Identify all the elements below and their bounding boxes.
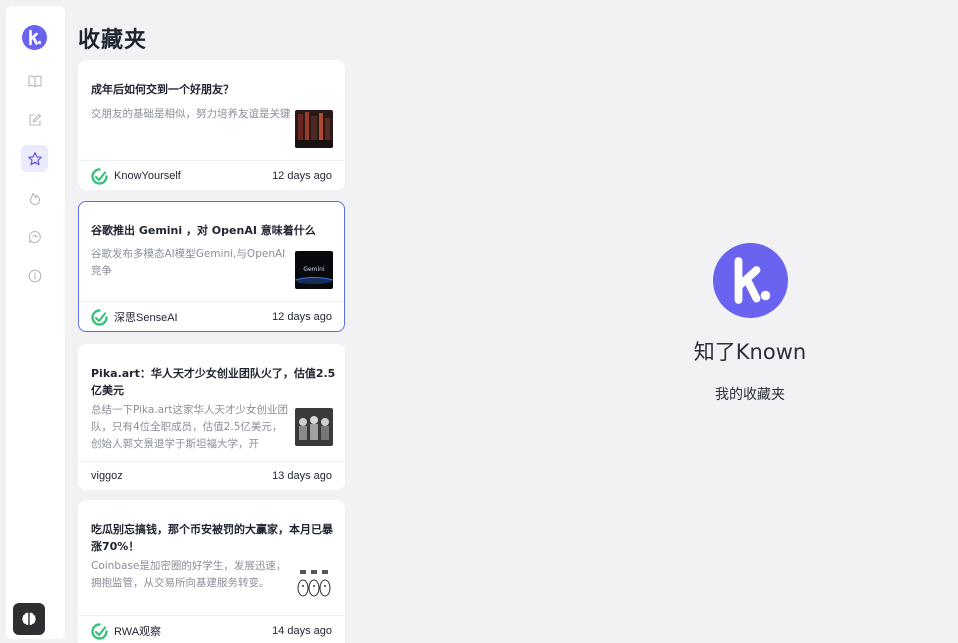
fire-icon — [29, 192, 40, 205]
article-title: 谷歌推出 Gemini ，对 OpenAI 意味着什么 — [91, 224, 316, 237]
big-app-logo — [712, 243, 788, 318]
chat-icon — [28, 230, 41, 243]
article-title: 成年后如何交到一个好朋友？ — [91, 83, 234, 96]
article-thumbnail — [295, 110, 333, 148]
known-logo-icon — [734, 257, 770, 304]
article-time: 12 days ago — [272, 170, 332, 182]
app-name: 知了Known — [693, 340, 807, 364]
article-footer: 深思SenseAI 12 days ago — [91, 308, 332, 326]
article-thumbnail: Gemini — [295, 251, 333, 289]
edit-icon — [28, 113, 41, 126]
article-card[interactable]: 谷歌推出 Gemini ，对 OpenAI 意味着什么 谷歌发布多模态AI模型G… — [78, 201, 345, 332]
info-icon — [28, 269, 41, 282]
source-logo-icon — [91, 622, 108, 640]
sidebar-item-chat[interactable] — [21, 223, 48, 250]
sidebar-item-hot[interactable] — [21, 184, 48, 211]
sidebar-item-favorites[interactable] — [21, 145, 48, 172]
article-time: 12 days ago — [272, 311, 332, 323]
star-icon — [27, 151, 42, 165]
article-summary: 交朋友的基础是相似，努力培养友谊是关键 — [91, 108, 291, 120]
known-logo-icon — [29, 29, 42, 46]
card-divider — [79, 301, 344, 302]
app-logo[interactable] — [22, 25, 47, 50]
brain-button[interactable] — [13, 603, 45, 635]
article-source: KnowYourself — [114, 170, 181, 182]
favorites-list: 成年后如何交到一个好朋友？ 交朋友的基础是相似，努力培养友谊是关键 KnowYo… — [78, 60, 345, 643]
svg-text:Gemini: Gemini — [303, 266, 325, 273]
article-source: RWA观察 — [114, 626, 162, 638]
card-divider — [79, 160, 344, 161]
article-thumbnail — [295, 562, 333, 600]
article-footer: RWA观察 14 days ago — [91, 622, 332, 640]
article-summary: 总结一下Pika.art这家华人天才少女创业团队，只有4位全职成员，估值2.5亿… — [91, 404, 289, 450]
article-summary: 谷歌发布多模态AI模型Gemini,与OpenAI竞争 — [91, 248, 286, 277]
article-time: 13 days ago — [272, 470, 332, 482]
sidebar-item-info[interactable] — [21, 262, 48, 289]
app-subtitle: 我的收藏夹 — [715, 387, 785, 403]
article-footer: viggoz 13 days ago — [91, 467, 332, 485]
card-divider — [79, 461, 344, 462]
sidebar-item-write[interactable] — [21, 106, 48, 133]
source-logo-icon — [91, 308, 108, 326]
brain-icon — [22, 612, 36, 626]
source-logo-icon — [91, 167, 108, 185]
card-divider — [79, 615, 344, 616]
article-thumbnail — [295, 408, 333, 446]
sidebar — [6, 6, 65, 639]
article-source: 深思SenseAI — [114, 312, 178, 324]
book-icon — [27, 74, 42, 87]
article-title: 吃瓜别忘搞钱，那个币安被罚的大赢家，本月已暴涨70%！ — [91, 523, 333, 553]
article-card[interactable]: Pika.art：华人天才少女创业团队火了，估值2.5亿美元 总结一下Pika.… — [78, 344, 345, 490]
empty-state: 知了Known 我的收藏夹 — [660, 243, 840, 404]
article-footer: KnowYourself 12 days ago — [91, 167, 332, 185]
article-card[interactable]: 成年后如何交到一个好朋友？ 交朋友的基础是相似，努力培养友谊是关键 KnowYo… — [78, 60, 345, 190]
article-title: Pika.art：华人天才少女创业团队火了，估值2.5亿美元 — [91, 367, 336, 397]
article-source: viggoz — [91, 470, 123, 482]
sidebar-item-read[interactable] — [21, 67, 48, 94]
article-summary: Coinbase是加密圈的好学生，发展迅速，拥抱监管，从交易所向基建服务转变。 — [91, 560, 287, 589]
page-title: 收藏夹 — [78, 28, 148, 53]
article-card[interactable]: 吃瓜别忘搞钱，那个币安被罚的大赢家，本月已暴涨70%！ Coinbase是加密圈… — [78, 500, 345, 643]
article-time: 14 days ago — [272, 625, 332, 637]
